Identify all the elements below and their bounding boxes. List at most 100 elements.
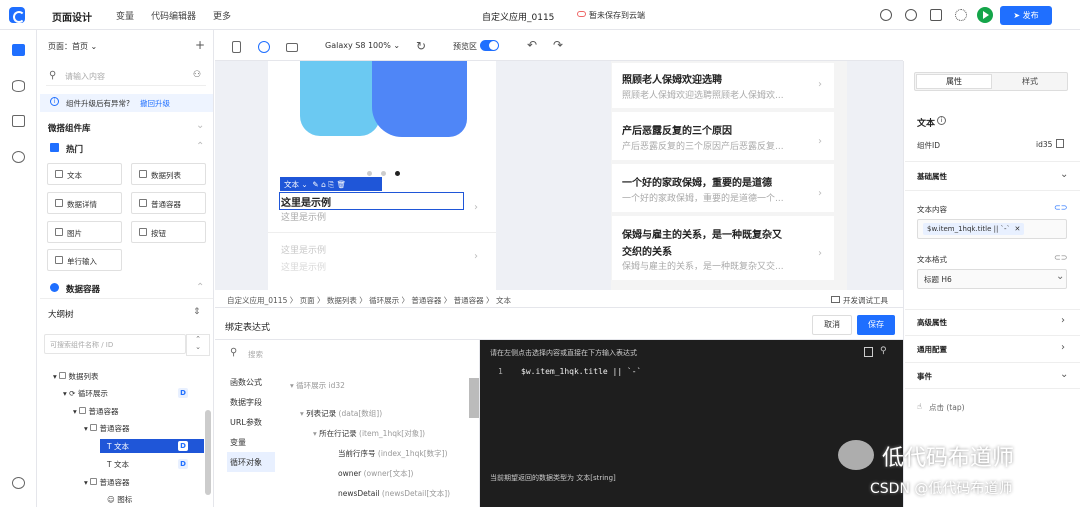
code-line[interactable]: $w.item_1hqk.title || `-`	[521, 367, 641, 376]
run-button[interactable]	[977, 7, 993, 23]
tree-node-data-list[interactable]: ▾ 数据列表	[53, 371, 99, 382]
library-title[interactable]: 微搭组件库	[48, 122, 91, 134]
copy-icon[interactable]	[1056, 139, 1064, 148]
binding-search-input[interactable]: 搜索	[248, 349, 263, 360]
preview-toggle[interactable]	[480, 40, 499, 51]
component-image[interactable]: 图片	[47, 221, 122, 243]
advanced-props-title[interactable]: 高级属性	[917, 317, 947, 328]
help-icon[interactable]	[880, 9, 892, 21]
components-icon[interactable]	[12, 44, 25, 56]
copy-icon[interactable]	[864, 347, 873, 357]
close-icon[interactable]: ✕	[1015, 225, 1021, 233]
filter-icon[interactable]: ⚇	[193, 70, 201, 80]
tree-node-loop[interactable]: ▾ ⟳ 循环展示	[63, 388, 108, 399]
selection-tag[interactable]: 文本 ⌄ ✎ ⌂ ⎘ 🗑	[284, 179, 346, 190]
event-click[interactable]: 点击 (tap)	[929, 402, 965, 413]
undo-icon[interactable]: ↶	[527, 38, 537, 52]
binding-tree-scrollbar[interactable]	[469, 378, 479, 418]
cancel-button[interactable]: 取消	[812, 315, 852, 335]
tree-scrollbar[interactable]	[205, 410, 211, 495]
news-list-item[interactable]: 产后恶露反复的三个原因 产后恶露反复的三个原因产后恶露反复... ›	[612, 112, 834, 160]
carousel-dot[interactable]	[367, 171, 372, 176]
tree-node-icon[interactable]: ☺ 图标	[107, 494, 132, 505]
bind-tree-records[interactable]: ▾ 列表记录 (data[数组])	[300, 408, 382, 419]
basic-props-title[interactable]: 基础属性	[917, 171, 947, 182]
component-data-detail[interactable]: 数据详情	[47, 192, 122, 214]
add-page-button[interactable]: +	[195, 38, 205, 52]
redo-icon[interactable]: ↷	[553, 38, 563, 52]
tree-node-container[interactable]: ▾ 普通容器	[84, 423, 130, 434]
tree-node-container[interactable]: ▾ 普通容器	[73, 406, 119, 417]
refresh-icon[interactable]: ↻	[416, 39, 426, 53]
responsive-icon[interactable]	[258, 41, 270, 53]
category-data-fields[interactable]: 数据字段	[230, 397, 262, 408]
menu-variables[interactable]: 变量	[116, 9, 134, 22]
app-logo-icon[interactable]	[9, 7, 25, 23]
category-variables[interactable]: 变量	[230, 437, 246, 448]
link-icon[interactable]: ⊂⊃	[1054, 253, 1067, 262]
bind-tree-index[interactable]: 当前行序号 (index_1hqk[数字])	[338, 448, 448, 459]
link-icon[interactable]: ⊂⊃	[1054, 203, 1067, 212]
placeholder-subtext[interactable]: 这里是示例	[281, 260, 326, 273]
publish-button[interactable]: ➤ 发布	[1000, 6, 1052, 25]
carousel-dot[interactable]	[381, 171, 386, 176]
tree-node-text-selected[interactable]: T 文本	[107, 441, 129, 452]
news-list-item[interactable]: 一个好的家政保姆，重要的是道德 一个好的家政保姆，重要的是道德一个... ›	[612, 164, 834, 212]
desktop-icon[interactable]	[286, 43, 298, 52]
news-list-item[interactable]: 保姆与雇主的关系，是一种既复杂又 交织的关系 保姆与雇主的关系，是一种既复杂又交…	[612, 216, 834, 280]
debug-tool-button[interactable]: 开发调试工具	[843, 295, 888, 306]
component-data-list[interactable]: 数据列表	[131, 163, 206, 185]
selected-subtext[interactable]: 这里是示例	[281, 210, 326, 223]
text-content-tag[interactable]: $w.item_1hqk.title || `-` ✕	[923, 223, 1025, 235]
selected-text[interactable]: 这里是示例	[281, 194, 331, 209]
menu-code-editor[interactable]: 代码编辑器	[151, 9, 196, 22]
tab-style[interactable]: 样式	[994, 74, 1066, 89]
device-select[interactable]: Galaxy S8 100% ⌄	[325, 41, 400, 50]
tab-attributes[interactable]: 属性	[916, 74, 992, 89]
component-single-input[interactable]: 单行输入	[47, 249, 122, 271]
save-button[interactable]: 保存	[857, 315, 895, 335]
category-loop-object[interactable]: 循环对象	[230, 457, 262, 468]
image-icon[interactable]	[12, 115, 25, 127]
tree-node-container[interactable]: ▾ 普通容器	[84, 477, 130, 488]
breadcrumb[interactable]: 自定义应用_0115 〉 页面 〉 数据列表 〉 循环展示 〉 普通容器 〉 普…	[227, 295, 511, 306]
component-text[interactable]: 文本	[47, 163, 122, 185]
rollback-upgrade-link[interactable]: 撤回升级	[140, 98, 170, 109]
news-list-item[interactable]: 照顾老人保姆欢迎选聘 照顾老人保姆欢迎选聘照顾老人保姆欢... ›	[612, 63, 834, 108]
help-circle-icon[interactable]	[12, 477, 25, 489]
placeholder-title[interactable]: 这里是示例	[281, 243, 326, 256]
settings-icon[interactable]	[955, 9, 967, 21]
bind-tree-news[interactable]: newsDetail (newsDetail[文本])	[338, 488, 450, 499]
chevron-right-icon[interactable]: ›	[1061, 342, 1065, 353]
tree-node-text[interactable]: T 文本	[107, 459, 129, 470]
common-config-title[interactable]: 通用配置	[917, 344, 947, 355]
bind-tree-current-record[interactable]: ▾ 所在行记录 (item_1hqk[对象])	[313, 428, 425, 439]
hot-title[interactable]: 热门	[66, 143, 83, 155]
page-select[interactable]: 页面：首页 ⌄	[48, 41, 97, 52]
format-icon[interactable]: ⚲	[880, 346, 887, 356]
chevron-up-icon[interactable]: ⌃	[196, 141, 204, 152]
theme-icon[interactable]	[12, 151, 25, 163]
menu-more[interactable]: 更多	[213, 9, 231, 22]
chevron-down-icon[interactable]: ⌄	[1060, 369, 1068, 380]
component-container[interactable]: 普通容器	[131, 192, 206, 214]
category-functions[interactable]: 函数公式	[230, 377, 262, 388]
tree-stepper[interactable]: ⌃ ⌄	[186, 334, 210, 356]
component-button[interactable]: 按钮	[131, 221, 206, 243]
carousel-dot-active[interactable]	[395, 171, 400, 176]
chevron-down-icon[interactable]: ⌄	[196, 120, 204, 131]
category-url-params[interactable]: URL参数	[230, 417, 262, 428]
bind-tree-root[interactable]: ▾ 循环展示 id32	[290, 380, 345, 391]
mobile-icon[interactable]	[232, 41, 241, 53]
info-icon[interactable]: i	[937, 116, 946, 125]
bind-tree-owner[interactable]: owner (owner[文本])	[338, 468, 413, 479]
save-icon[interactable]	[930, 9, 942, 21]
database-icon[interactable]	[12, 80, 25, 92]
chevron-up-icon[interactable]: ⌃	[196, 282, 204, 293]
events-title[interactable]: 事件	[917, 371, 932, 382]
history-icon[interactable]	[905, 9, 917, 21]
chevron-down-icon[interactable]: ⌄	[1060, 169, 1068, 180]
expand-icon[interactable]: ⇕	[193, 307, 201, 317]
chevron-right-icon[interactable]: ›	[1061, 315, 1065, 326]
data-container-title[interactable]: 数据容器	[66, 283, 100, 295]
